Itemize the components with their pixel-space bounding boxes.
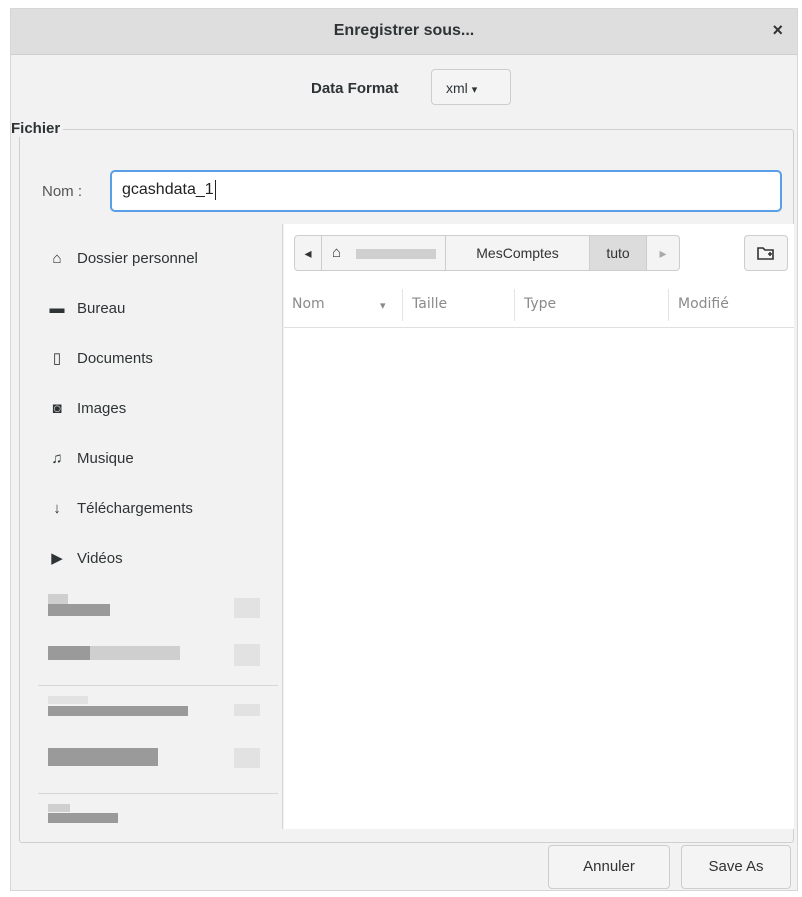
sidebar-item-redacted[interactable] (20, 586, 282, 636)
chevron-left-icon: ◂ (304, 245, 312, 261)
path-segment-label: tuto (606, 245, 630, 261)
camera-icon: ◙ (52, 400, 62, 417)
sidebar-item-desktop[interactable]: ▬ Bureau (20, 285, 282, 335)
dropdown-arrow-icon: ▾ (471, 84, 478, 96)
sidebar-item-home[interactable]: ⌂ Dossier personnel (20, 235, 282, 285)
sidebar-item-redacted[interactable] (20, 740, 282, 790)
title-bar: Enregistrer sous... × (11, 9, 797, 55)
new-folder-icon (757, 247, 774, 260)
sidebar-item-label: Documents (77, 350, 153, 367)
file-browser: ◂ ⌂ MesComptes tuto ▸ Nom ▾ Taille Type … (284, 224, 794, 829)
path-home-button[interactable]: ⌂ (321, 235, 446, 271)
sidebar-item-images[interactable]: ◙ Images (20, 385, 282, 435)
column-type-header[interactable]: Type (524, 296, 556, 312)
sort-descending-icon: ▾ (380, 299, 386, 312)
column-name-header[interactable]: Nom (292, 296, 325, 312)
text-cursor (214, 180, 216, 200)
sidebar-item-redacted[interactable] (20, 636, 282, 686)
music-icon: ♫ (51, 450, 63, 467)
data-format-dropdown[interactable]: xml ▾ (431, 69, 511, 105)
sidebar-separator (38, 793, 278, 794)
data-format-value: xml (446, 80, 468, 96)
filename-input[interactable]: gcashdata_1 (110, 170, 782, 212)
sidebar-item-label: Vidéos (77, 550, 123, 567)
sidebar-item-label: Musique (77, 450, 134, 467)
sidebar-item-label: Dossier personnel (77, 250, 198, 267)
column-size-header[interactable]: Taille (412, 296, 447, 312)
format-row: Data Format xml ▾ (11, 65, 797, 109)
home-icon: ⌂ (332, 244, 342, 261)
file-section-legend: Fichier (11, 120, 64, 137)
path-segment-mescomptes[interactable]: MesComptes (445, 235, 590, 271)
sidebar-item-music[interactable]: ♫ Musique (20, 435, 282, 485)
download-arrow-icon: ↓ (53, 500, 61, 517)
close-icon[interactable]: × (772, 20, 783, 41)
path-segment-tuto[interactable]: tuto (589, 235, 647, 271)
dialog-footer: Annuler Save As (11, 835, 797, 890)
filename-value: gcashdata_1 (122, 181, 214, 199)
data-format-label: Data Format (311, 80, 399, 97)
path-segment-label: MesComptes (476, 245, 559, 261)
path-scroll-left-button[interactable]: ◂ (294, 235, 322, 271)
sidebar-item-label: Bureau (77, 300, 126, 317)
column-header: Nom ▾ Taille Type Modifié (284, 283, 794, 328)
cancel-button[interactable]: Annuler (548, 845, 670, 889)
dialog-title: Enregistrer sous... (333, 22, 475, 39)
sidebar-item-label: Images (77, 400, 127, 417)
video-icon: ▶ (51, 550, 63, 567)
home-icon: ⌂ (52, 250, 62, 267)
sidebar-item-downloads[interactable]: ↓ Téléchargements (20, 485, 282, 535)
sidebar-item-videos[interactable]: ▶ Vidéos (20, 535, 282, 585)
document-icon: ▯ (52, 350, 62, 367)
chevron-right-icon: ▸ (659, 245, 667, 261)
sidebar-item-redacted[interactable] (20, 798, 282, 829)
places-sidebar: ⌂ Dossier personnel ▬ Bureau ▯ Documents… (20, 224, 283, 829)
column-modified-header[interactable]: Modifié (678, 296, 729, 312)
sidebar-separator (38, 685, 278, 686)
sidebar-item-redacted[interactable] (20, 690, 282, 740)
save-dialog: Enregistrer sous... × Data Format xml ▾ F… (10, 8, 798, 891)
name-label: Nom : (42, 183, 83, 200)
sidebar-item-documents[interactable]: ▯ Documents (20, 335, 282, 385)
save-as-button[interactable]: Save As (681, 845, 791, 889)
folder-icon: ▬ (49, 300, 65, 317)
create-folder-button[interactable] (744, 235, 788, 271)
path-scroll-right-button[interactable]: ▸ (646, 235, 680, 271)
sidebar-item-label: Téléchargements (77, 500, 193, 517)
